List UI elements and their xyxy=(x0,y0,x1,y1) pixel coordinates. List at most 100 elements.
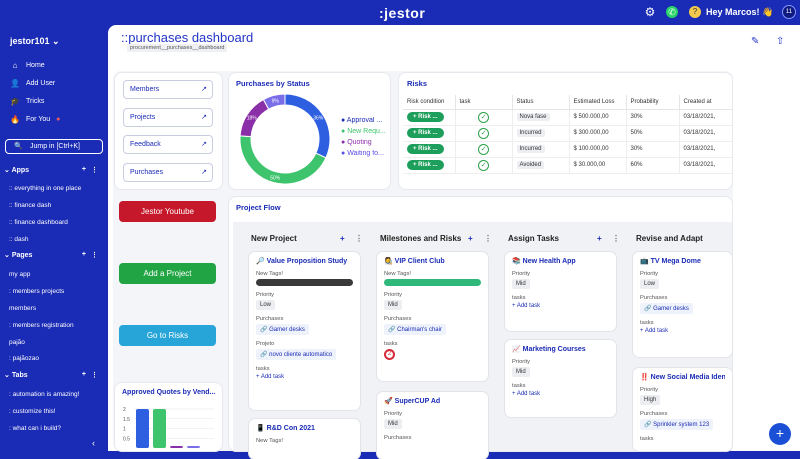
page-item[interactable]: my app xyxy=(9,271,30,278)
app-item[interactable]: :: everything in one place xyxy=(9,185,81,192)
table-row[interactable]: + Risk ... ✓ Incurred $ 100.000,00 30% 03/18/… xyxy=(403,141,732,158)
sidebar-item-tricks[interactable]: 🎓 Tricks xyxy=(10,97,44,106)
add-card-button[interactable]: + xyxy=(468,234,473,243)
app-item[interactable]: :: finance dashboard xyxy=(9,219,68,226)
kanban-card[interactable]: 📱 R&D Con 2021 New Tags! xyxy=(249,419,360,459)
page-item[interactable]: members xyxy=(9,305,36,312)
risk-button[interactable]: + Risk ... xyxy=(407,160,444,170)
app-item[interactable]: :: finance dash xyxy=(9,202,51,209)
pages-section[interactable]: ⌄ Pages + ⋮ xyxy=(4,251,104,259)
legend-item[interactable]: ● Waiting fo... xyxy=(341,150,389,157)
col-header[interactable]: Created at xyxy=(679,95,732,110)
table-row[interactable]: + Risk ... ✓ Nova fase $ 500.000,00 30% 03/18… xyxy=(403,109,732,126)
risk-button[interactable]: + Risk ... xyxy=(407,144,444,154)
sidebar-item-for-you[interactable]: 🔥 For You ● xyxy=(10,115,60,124)
page-item[interactable]: pajão xyxy=(9,339,25,346)
bar[interactable] xyxy=(153,409,166,448)
bar[interactable] xyxy=(170,446,183,448)
col-header[interactable]: Probability xyxy=(626,95,680,110)
kanban-card[interactable]: 📺 TV Mega Dome Priority Low Purchases 🔗 Ga… xyxy=(633,252,732,357)
apps-section[interactable]: ⌄ Apps + ⋮ xyxy=(4,166,104,174)
add-card-button[interactable]: + xyxy=(597,234,602,243)
jump-search[interactable]: 🔍 Jump in [Ctrl+K] xyxy=(5,139,103,154)
feedback-link[interactable]: Feedback ↗ xyxy=(123,135,213,154)
more-icon[interactable]: ⋮ xyxy=(612,234,620,243)
col-header[interactable]: Estimated Loss xyxy=(569,95,627,110)
whatsapp-icon[interactable]: ✆ xyxy=(666,6,678,18)
table-row[interactable]: + Risk ... ✓ Incurred $ 300.000,00 50% 03/18/… xyxy=(403,125,732,142)
status-badge: Incurred xyxy=(516,145,545,153)
legend-item[interactable]: ● Quoting xyxy=(341,139,389,146)
risk-button[interactable]: + Risk ... xyxy=(407,112,444,122)
top-bar: :jestor ⚙ ✆ ? Hey Marcos! 👋 11 xyxy=(0,0,800,25)
page-item[interactable]: : members registration xyxy=(9,322,74,329)
kanban-card[interactable]: 🚀 SuperCUP Ad Priority Mid Purchases xyxy=(377,392,488,459)
tick-label: 0.5 xyxy=(123,436,130,442)
workspace-selector[interactable]: jestor101 ⌄ xyxy=(10,36,60,47)
add-card-button[interactable]: + xyxy=(340,234,345,243)
tab-item[interactable]: : automation is amazing! xyxy=(9,391,79,398)
tabs-section[interactable]: ⌄ Tabs + ⋮ xyxy=(4,371,104,379)
risks-title: Risks xyxy=(407,79,428,88)
tab-item[interactable]: : customize this! xyxy=(9,408,56,415)
purchases-link[interactable]: Purchases ↗ xyxy=(123,163,213,182)
add-fab-button[interactable]: + xyxy=(769,423,791,445)
pie-chart: 36% 50% 18% 9% xyxy=(239,93,331,185)
user-greeting[interactable]: Hey Marcos! 👋 xyxy=(706,7,773,18)
check-icon[interactable]: ✓ xyxy=(478,159,489,171)
tick-label: 1.5 xyxy=(123,417,130,423)
slice-label: 9% xyxy=(272,99,280,105)
app-logo[interactable]: :jestor xyxy=(379,5,425,21)
members-link[interactable]: Members ↗ xyxy=(123,80,213,99)
add-task-button: + Add task xyxy=(256,374,285,380)
projects-link[interactable]: Projects ↗ xyxy=(123,108,213,127)
page-item[interactable]: : members projects xyxy=(9,288,64,295)
status-badge: Incurred xyxy=(516,129,545,137)
pie-title: Purchases by Status xyxy=(236,79,310,88)
avatar[interactable]: ? xyxy=(689,6,701,18)
kanban-card[interactable]: 📈 Marketing Courses Priority Mid tasks + … xyxy=(505,340,616,417)
legend-item[interactable]: ● Approval ... xyxy=(341,117,389,124)
col-header[interactable]: Risk condition xyxy=(403,95,456,110)
sidebar-item-add-user[interactable]: 👤 Add User xyxy=(10,79,55,88)
table-row[interactable]: + Risk ... ✓ Avoided $ 30.000,00 60% 03/18/20… xyxy=(403,157,732,174)
legend-item[interactable]: ● New Requ... xyxy=(341,128,389,135)
kanban-card[interactable]: ‼️ New Social Media Identity PriorityHig… xyxy=(633,368,732,451)
bar[interactable] xyxy=(136,409,149,448)
kanban-card[interactable]: 📚 New Health App Priority Mid tasks + Add… xyxy=(505,252,616,331)
notification-badge[interactable]: 11 xyxy=(782,5,796,19)
youtube-button[interactable]: Jestor Youtube xyxy=(119,201,216,222)
risks-card: Risks Risk condition task Status Estimat… xyxy=(399,73,732,189)
go-to-risks-button[interactable]: Go to Risks xyxy=(119,325,216,346)
add-project-button[interactable]: Add a Project xyxy=(119,263,216,284)
page-item[interactable]: : pajãozao xyxy=(9,355,39,362)
col-header[interactable]: Status xyxy=(512,95,570,110)
edit-icon[interactable]: ✎ xyxy=(751,36,759,47)
check-icon[interactable]: ✓ xyxy=(478,143,489,155)
search-icon: 🔍 xyxy=(14,143,23,150)
tick-label: 2 xyxy=(123,407,126,413)
more-icon[interactable]: ⋮ xyxy=(355,234,363,243)
app-item[interactable]: :: dash xyxy=(9,236,29,243)
check-icon[interactable]: ✓ xyxy=(478,111,489,123)
pie-slice[interactable] xyxy=(239,135,327,185)
more-icon[interactable]: ⋮ xyxy=(484,234,492,243)
date-cell: 03/18/2021, xyxy=(679,125,732,142)
gear-icon[interactable]: ⚙ xyxy=(644,6,656,18)
col-header[interactable]: task xyxy=(455,95,513,110)
external-link-icon: ↗ xyxy=(201,141,207,148)
kanban-card[interactable]: 🔎 Value Proposition Study New Tags! Prio… xyxy=(249,252,360,410)
bar[interactable] xyxy=(187,446,200,448)
pie-slice[interactable] xyxy=(284,93,331,159)
tab-item[interactable]: : what can i build? xyxy=(9,425,61,432)
add-app-button: + xyxy=(81,166,86,173)
check-icon[interactable]: ✓ xyxy=(478,127,489,139)
date-cell: 03/18/2021, xyxy=(679,141,732,158)
collapse-icon[interactable]: ‹ xyxy=(92,438,95,448)
loss-cell: $ 30.000,00 xyxy=(569,157,627,174)
date-cell: 03/18/2021, xyxy=(679,157,732,174)
share-icon[interactable]: ⇧ xyxy=(776,36,784,47)
risk-button[interactable]: + Risk ... xyxy=(407,128,444,138)
kanban-card[interactable]: 👩‍🎨 VIP Client Club New Tags! Priority Mi… xyxy=(377,252,488,381)
sidebar-item-home[interactable]: ⌂ Home xyxy=(10,61,45,70)
